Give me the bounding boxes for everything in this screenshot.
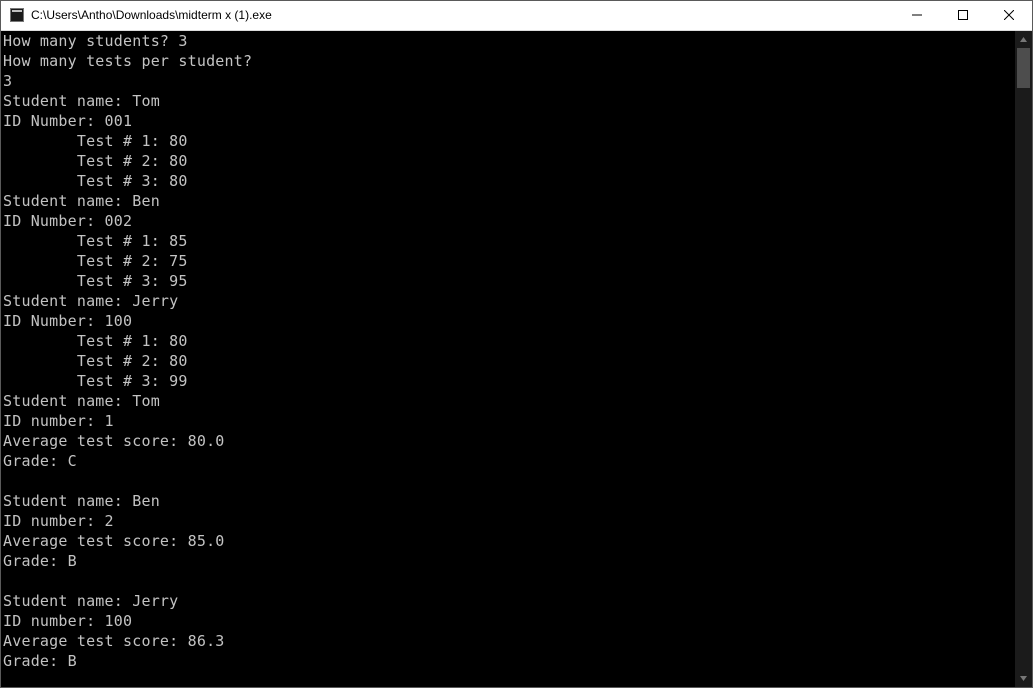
- console-line: How many tests per student?: [3, 51, 1015, 71]
- console-line: Student name: Jerry: [3, 591, 1015, 611]
- console-line: How many students? 3: [3, 31, 1015, 51]
- console-line: ID Number: 002: [3, 211, 1015, 231]
- titlebar[interactable]: C:\Users\Antho\Downloads\midterm x (1).e…: [1, 1, 1032, 31]
- app-icon: [9, 7, 25, 23]
- console-line: Student name: Ben: [3, 491, 1015, 511]
- console-line: ID Number: 001: [3, 111, 1015, 131]
- console-line: Student name: Jerry: [3, 291, 1015, 311]
- console-line: Grade: B: [3, 651, 1015, 671]
- minimize-button[interactable]: [894, 1, 940, 30]
- console-line: Test # 1: 80: [3, 131, 1015, 151]
- maximize-button[interactable]: [940, 1, 986, 30]
- console-line: Test # 3: 99: [3, 371, 1015, 391]
- console-window: C:\Users\Antho\Downloads\midterm x (1).e…: [0, 0, 1033, 688]
- console-output[interactable]: How many students? 3How many tests per s…: [1, 31, 1015, 687]
- console-line: Student name: Tom: [3, 391, 1015, 411]
- close-button[interactable]: [986, 1, 1032, 30]
- console-line: Average test score: 85.0: [3, 531, 1015, 551]
- window-title: C:\Users\Antho\Downloads\midterm x (1).e…: [31, 8, 272, 22]
- console-line: Test # 1: 85: [3, 231, 1015, 251]
- console-line: Test # 3: 80: [3, 171, 1015, 191]
- console-line: ID Number: 100: [3, 311, 1015, 331]
- scrollbar-track[interactable]: [1015, 48, 1032, 670]
- console-line: ID number: 1: [3, 411, 1015, 431]
- scrollbar-thumb[interactable]: [1017, 48, 1030, 88]
- client-area: How many students? 3How many tests per s…: [1, 31, 1032, 687]
- console-line: Student name: Ben: [3, 191, 1015, 211]
- vertical-scrollbar[interactable]: [1015, 31, 1032, 687]
- scroll-down-button[interactable]: [1015, 670, 1032, 687]
- console-line: [3, 471, 1015, 491]
- console-line: Test # 3: 95: [3, 271, 1015, 291]
- window-controls: [894, 1, 1032, 30]
- console-line: ID number: 2: [3, 511, 1015, 531]
- console-line: Test # 2: 80: [3, 151, 1015, 171]
- console-line: 3: [3, 71, 1015, 91]
- console-line: Test # 2: 80: [3, 351, 1015, 371]
- console-line: [3, 671, 1015, 687]
- console-line: ID number: 100: [3, 611, 1015, 631]
- console-line: Grade: C: [3, 451, 1015, 471]
- console-line: Test # 1: 80: [3, 331, 1015, 351]
- scroll-up-button[interactable]: [1015, 31, 1032, 48]
- console-line: Average test score: 80.0: [3, 431, 1015, 451]
- console-line: [3, 571, 1015, 591]
- console-line: Grade: B: [3, 551, 1015, 571]
- console-line: Average test score: 86.3: [3, 631, 1015, 651]
- console-line: Student name: Tom: [3, 91, 1015, 111]
- console-line: Test # 2: 75: [3, 251, 1015, 271]
